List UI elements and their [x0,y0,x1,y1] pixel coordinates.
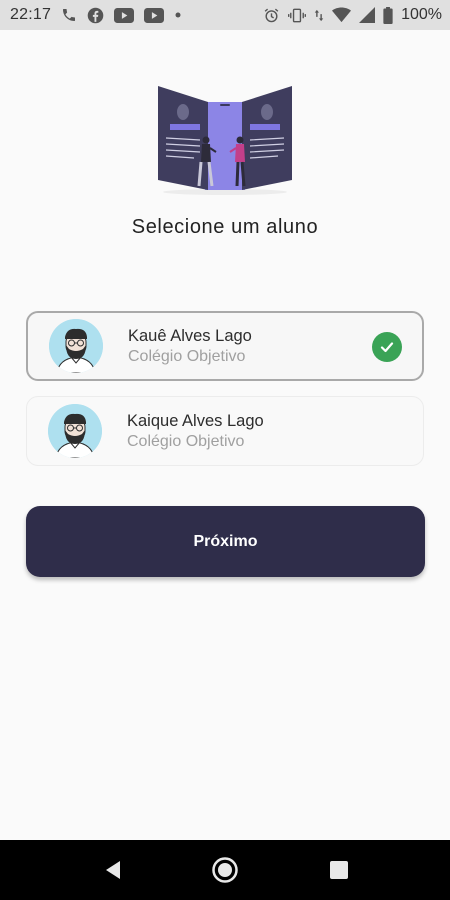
battery-icon [383,6,393,24]
signal-icon [359,7,376,23]
header-illustration [150,82,300,197]
status-right: 100% [263,6,442,24]
page-title: Selecione um aluno [131,216,319,238]
student-card[interactable]: Kaique Alves Lago Colégio Objetivo [26,396,424,466]
student-card-selected[interactable]: Kauê Alves Lago Colégio Objetivo [26,311,424,381]
avatar [49,319,103,373]
status-left: 22:17 [10,6,182,24]
student-school: Colégio Objetivo [128,347,246,365]
home-icon[interactable] [211,856,239,884]
youtube-icon [114,7,135,23]
status-time: 22:17 [10,6,52,23]
facebook-icon [87,7,104,24]
student-info: Kauê Alves Lago Colégio Objetivo [128,327,252,366]
check-icon [372,332,402,362]
student-name: Kauê Alves Lago [128,326,252,345]
avatar [48,404,102,458]
status-bar: 22:17 100% [0,0,450,30]
data-arrows-icon [314,7,324,24]
vibrate-icon [288,7,307,24]
battery-percentage: 100% [401,6,442,23]
student-school: Colégio Objetivo [127,432,245,450]
recent-apps-icon[interactable] [325,856,353,884]
student-name: Kaique Alves Lago [127,411,264,430]
next-button[interactable]: Próximo [26,506,425,577]
wifi-icon [332,7,352,23]
navigation-bar [0,840,450,900]
youtube-icon [144,7,165,23]
dot-icon [174,11,182,19]
back-icon[interactable] [99,856,127,884]
phone-icon [61,7,77,23]
alarm-icon [263,7,280,24]
student-info: Kaique Alves Lago Colégio Objetivo [127,412,264,451]
